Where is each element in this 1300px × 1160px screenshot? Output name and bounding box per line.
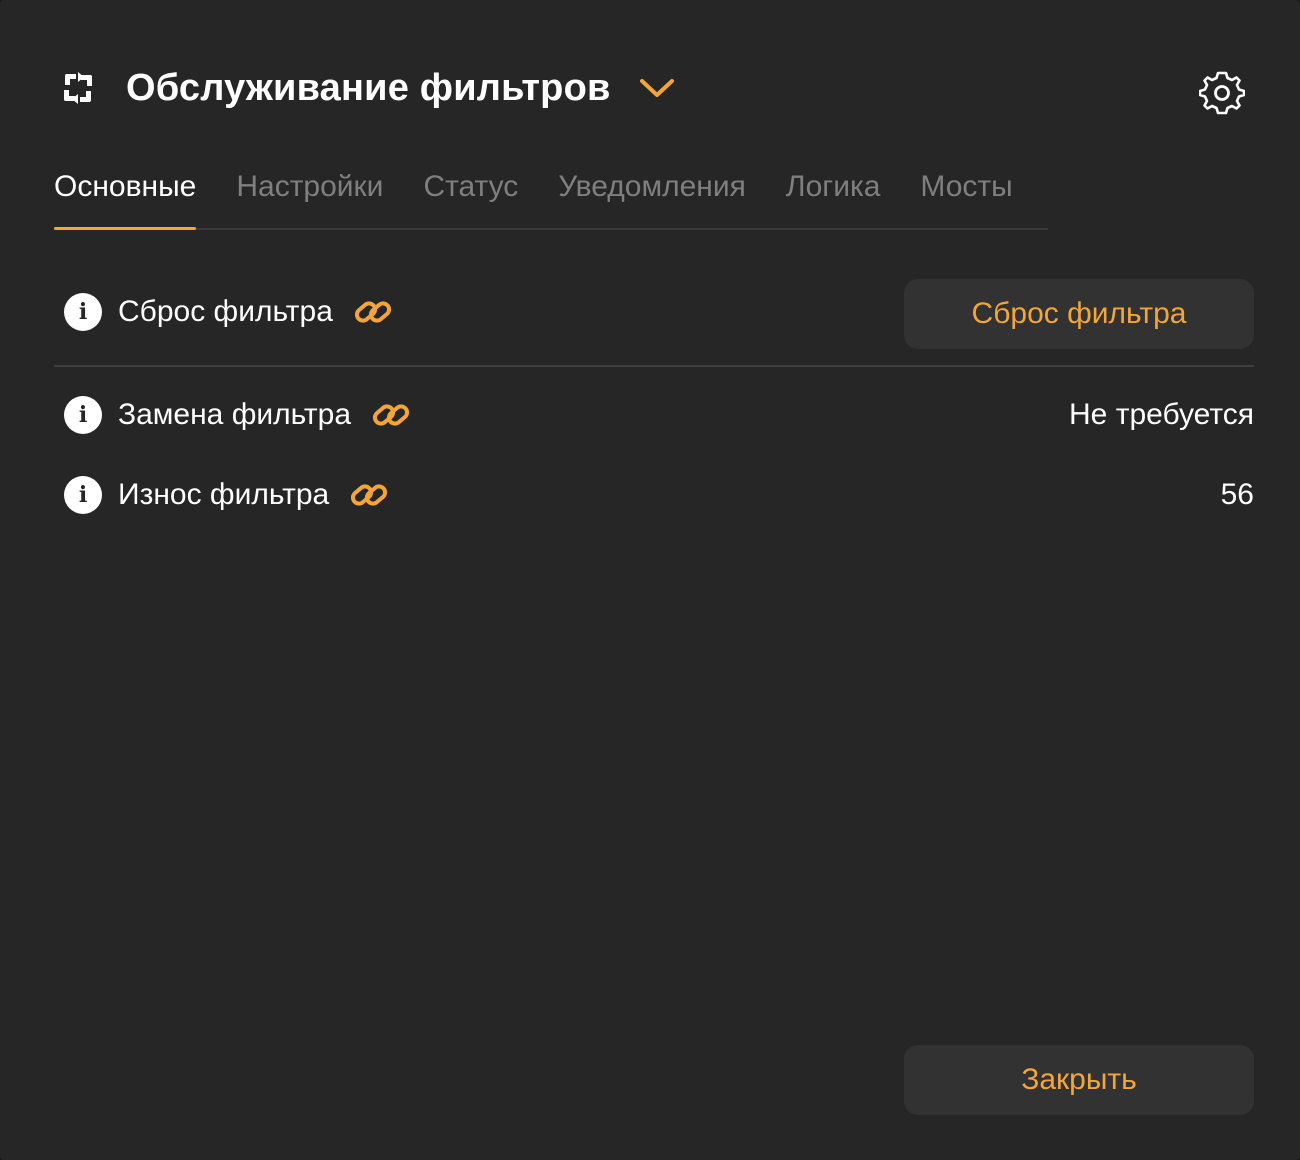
dialog-header: Обслуживание фильтров	[54, 56, 675, 120]
filter-maintenance-dialog: Обслуживание фильтров Основные Настройки…	[0, 0, 1300, 1160]
tab-status[interactable]: Статус	[423, 160, 518, 228]
info-icon[interactable]: i	[64, 396, 102, 434]
filter-reset-label: Сброс фильтра	[118, 295, 333, 328]
filter-reset-button[interactable]: Сброс фильтра	[904, 279, 1254, 349]
page-title: Обслуживание фильтров	[126, 67, 611, 109]
close-button[interactable]: Закрыть	[904, 1045, 1254, 1115]
info-icon[interactable]: i	[64, 293, 102, 331]
tab-settings[interactable]: Настройки	[236, 160, 383, 228]
tab-main[interactable]: Основные	[54, 160, 197, 230]
filter-replace-label: Замена фильтра	[118, 398, 352, 431]
filter-wear-row: i Износ фильтра 56	[54, 467, 1254, 523]
filter-wear-label: Износ фильтра	[118, 478, 330, 511]
filter-replace-row: i Замена фильтра Не требуется	[54, 387, 1254, 443]
tab-notifications[interactable]: Уведомления	[558, 160, 746, 228]
link-icon[interactable]	[349, 475, 389, 515]
tab-logic[interactable]: Логика	[786, 160, 881, 228]
chevron-down-icon[interactable]	[639, 70, 675, 106]
tab-bar: Основные Настройки Статус Уведомления Ло…	[54, 160, 1048, 230]
sync-arrows-icon	[54, 64, 102, 112]
link-icon[interactable]	[371, 395, 411, 435]
info-icon[interactable]: i	[64, 476, 102, 514]
filter-replace-value: Не требуется	[1069, 398, 1254, 431]
tab-bridges[interactable]: Мосты	[920, 160, 1012, 228]
filter-wear-value: 56	[1220, 478, 1254, 511]
divider	[54, 365, 1254, 367]
gear-icon[interactable]	[1196, 66, 1248, 118]
link-icon[interactable]	[353, 292, 393, 332]
